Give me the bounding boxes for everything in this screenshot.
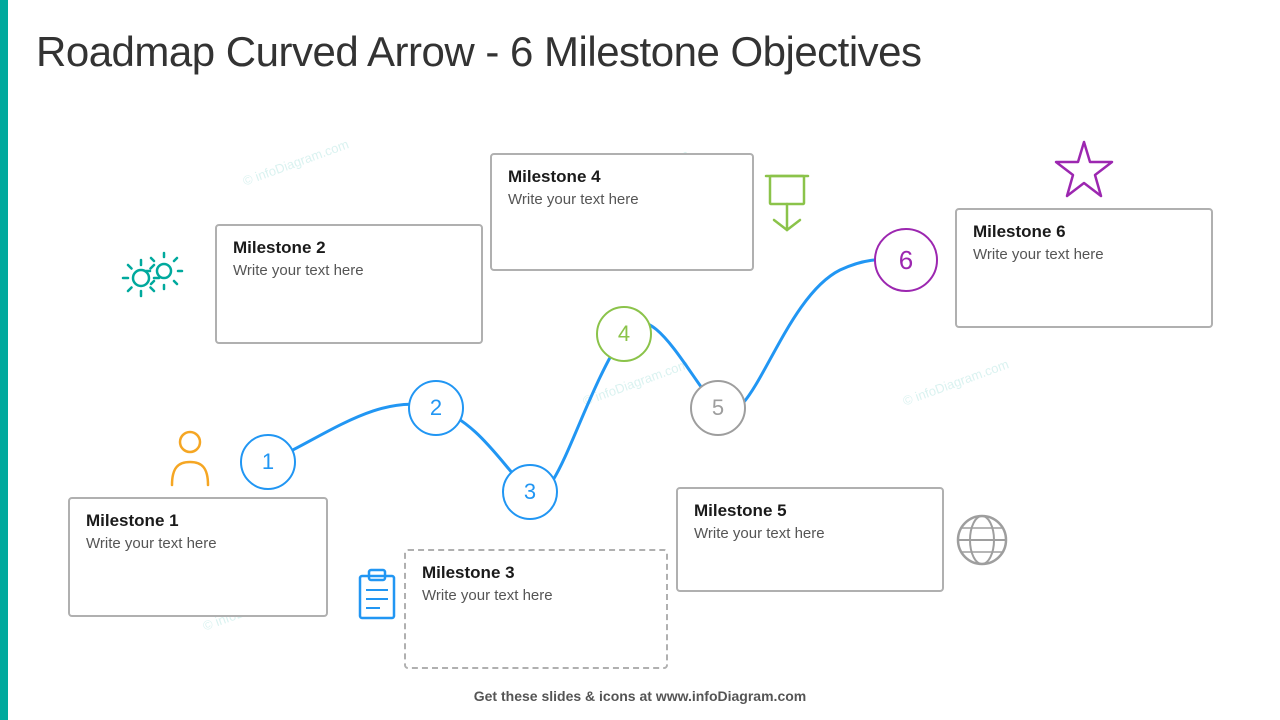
- node-5: 5: [690, 380, 746, 436]
- milestone-1-text: Write your text here: [86, 535, 310, 552]
- milestone-4-box: Milestone 4 Write your text here: [490, 153, 754, 271]
- gear-icon: [118, 248, 188, 308]
- watermark-3: © infoDiagram.com: [581, 356, 691, 408]
- milestone-3-title: Milestone 3: [422, 563, 650, 583]
- node-3: 3: [502, 464, 558, 520]
- milestone-4-text: Write your text here: [508, 191, 736, 208]
- node-1: 1: [240, 434, 296, 490]
- milestone-6-box: Milestone 6 Write your text here: [955, 208, 1213, 328]
- watermark-4: © infoDiagram.com: [901, 356, 1011, 408]
- milestone-5-text: Write your text here: [694, 525, 926, 542]
- accent-bar: [0, 0, 8, 720]
- footer-suffix: .com: [774, 688, 807, 704]
- easel-icon: [762, 172, 812, 242]
- milestone-2-title: Milestone 2: [233, 238, 465, 258]
- milestone-3-text: Write your text here: [422, 587, 650, 604]
- milestone-4-title: Milestone 4: [508, 167, 736, 187]
- milestone-2-box: Milestone 2 Write your text here: [215, 224, 483, 344]
- milestone-2-text: Write your text here: [233, 262, 465, 279]
- clipboard-icon: [356, 568, 398, 628]
- milestone-1-box: Milestone 1 Write your text here: [68, 497, 328, 617]
- watermark-1: © infoDiagram.com: [241, 136, 351, 188]
- milestone-6-title: Milestone 6: [973, 222, 1195, 242]
- footer-brand: infoDiagram: [692, 688, 774, 704]
- milestone-1-title: Milestone 1: [86, 511, 310, 531]
- page-title: Roadmap Curved Arrow - 6 Milestone Objec…: [36, 28, 922, 76]
- star-icon: [1052, 138, 1117, 208]
- milestone-5-box: Milestone 5 Write your text here: [676, 487, 944, 592]
- node-6: 6: [874, 228, 938, 292]
- milestone-5-title: Milestone 5: [694, 501, 926, 521]
- milestone-6-text: Write your text here: [973, 246, 1195, 263]
- footer: Get these slides & icons at www.infoDiag…: [474, 688, 806, 704]
- milestone-3-box: Milestone 3 Write your text here: [404, 549, 668, 669]
- person-icon: [168, 430, 213, 495]
- node-2: 2: [408, 380, 464, 436]
- footer-prefix: Get these slides & icons at www.: [474, 688, 692, 704]
- globe-icon: [952, 510, 1012, 575]
- node-4: 4: [596, 306, 652, 362]
